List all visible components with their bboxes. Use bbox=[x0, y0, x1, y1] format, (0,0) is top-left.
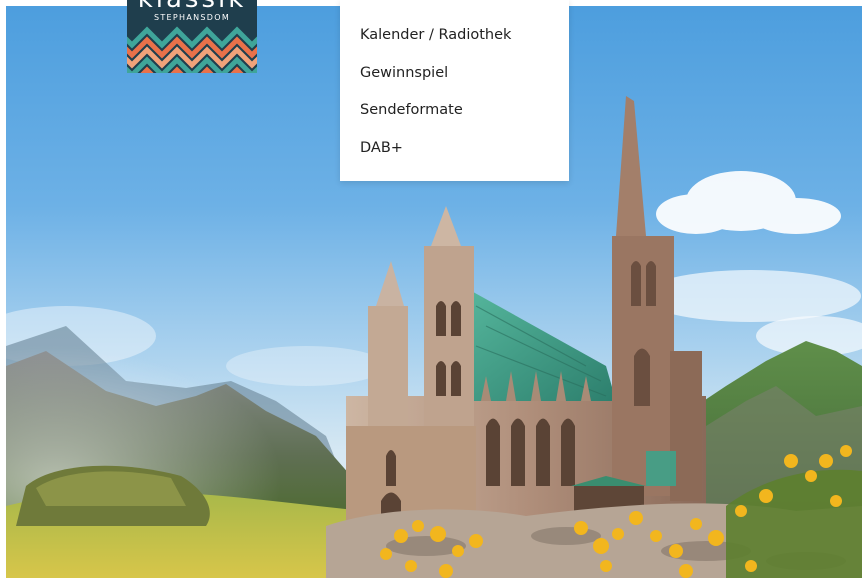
page: klassik STEPHANSDOM Kalender / Radiothek… bbox=[0, 0, 862, 578]
menu-list: Kalender / Radiothek Gewinnspiel Sendefo… bbox=[340, 0, 569, 173]
dropdown-menu: Kalender / Radiothek Gewinnspiel Sendefo… bbox=[340, 0, 569, 181]
station-logo[interactable]: klassik STEPHANSDOM bbox=[127, 0, 257, 73]
menu-item-dab-plus[interactable]: DAB+ bbox=[340, 136, 569, 174]
menu-item-sendeformate[interactable]: Sendeformate bbox=[340, 98, 569, 136]
logo-subtitle: STEPHANSDOM bbox=[153, 13, 231, 22]
logo-wordmark: klassik bbox=[127, 0, 257, 14]
menu-item-gewinnspiel[interactable]: Gewinnspiel bbox=[340, 61, 569, 99]
menu-item-kalender-radiothek[interactable]: Kalender / Radiothek bbox=[340, 23, 569, 61]
